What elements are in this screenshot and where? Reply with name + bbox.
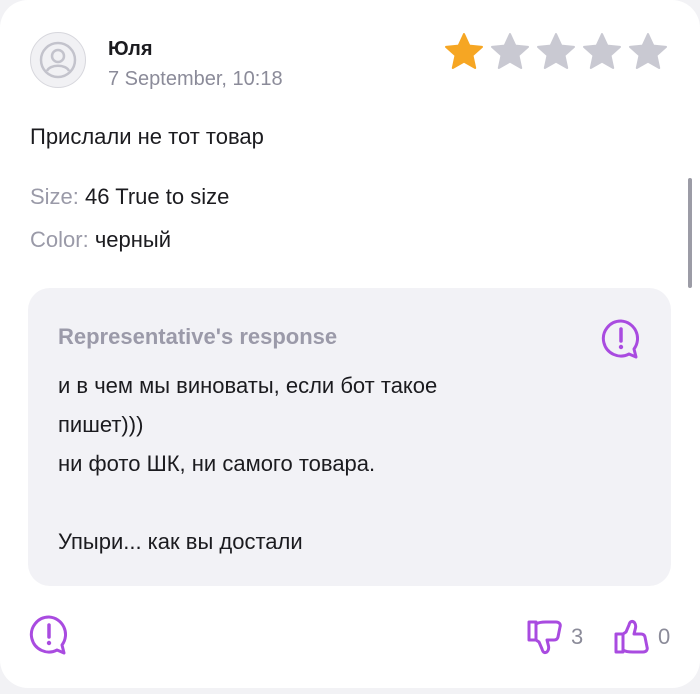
response-line: ни фото ШК, ни самого товара. <box>58 451 376 476</box>
star-icon <box>583 33 621 69</box>
color-value: черный <box>94 227 171 252</box>
response-line <box>58 483 618 522</box>
thumbs-up-icon <box>614 619 649 654</box>
review-date: 7 September, 10:18 <box>108 68 283 90</box>
size-property: Size: 46 True to size <box>30 184 229 210</box>
dislike-button[interactable]: 3 <box>525 618 583 656</box>
like-button[interactable]: 0 <box>612 618 670 656</box>
report-icon[interactable] <box>28 614 70 656</box>
avatar <box>30 32 86 88</box>
response-line: Упыри... как вы достали <box>58 529 303 554</box>
size-value: 46 True to size <box>85 184 230 209</box>
thumbs-down-icon <box>527 620 562 655</box>
star-icon <box>491 33 529 69</box>
scrollbar[interactable] <box>688 178 692 288</box>
color-property: Color: черный <box>30 227 171 253</box>
response-text: и в чем мы виноваты, если бот такое пише… <box>58 366 618 561</box>
size-label: Size: <box>30 184 79 209</box>
review-card: Юля 7 September, 10:18 Прислали не тот т… <box>0 0 700 688</box>
star-icon <box>629 33 667 69</box>
dislike-count: 3 <box>571 624 584 649</box>
response-line: пишет))) <box>58 412 144 437</box>
star-icon <box>445 33 483 69</box>
review-text: Прислали не тот товар <box>30 124 264 149</box>
like-count: 0 <box>658 624 671 649</box>
report-icon[interactable] <box>600 318 642 360</box>
author-name: Юля <box>108 38 153 60</box>
color-label: Color: <box>30 227 89 252</box>
response-line: и в чем мы виноваты, если бот такое <box>58 373 438 398</box>
star-rating <box>444 32 668 72</box>
representative-response: Representative's response и в чем мы вин… <box>28 288 671 586</box>
star-icon <box>537 33 575 69</box>
response-title: Representative's response <box>58 324 338 349</box>
user-avatar-icon <box>39 41 77 79</box>
